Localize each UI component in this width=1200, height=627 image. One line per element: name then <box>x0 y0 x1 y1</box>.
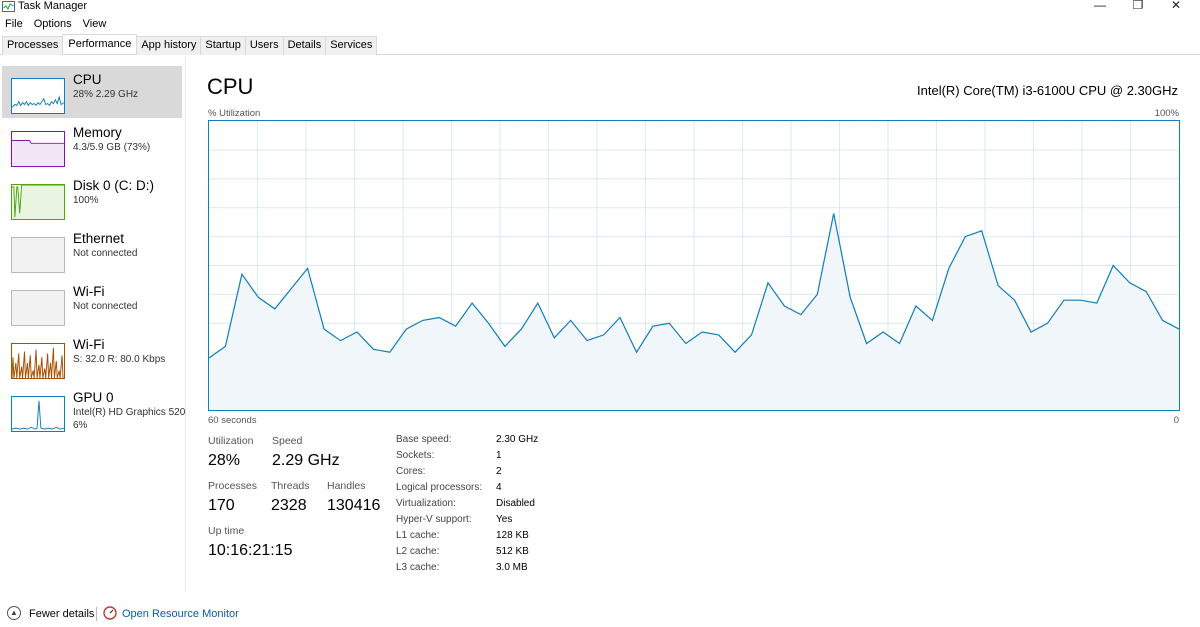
sidebar-gpu-sub: Intel(R) HD Graphics 520 <box>73 407 186 418</box>
disk-thumbnail <box>11 184 65 220</box>
sidebar-memory-name: Memory <box>73 125 122 140</box>
menu-file[interactable]: File <box>0 17 29 32</box>
sidebar-item-wifi-1[interactable]: Wi-Fi Not connected <box>2 278 182 330</box>
sidebar-wifi-2-name: Wi-Fi <box>73 337 105 352</box>
sidebar-ethernet-name: Ethernet <box>73 231 125 246</box>
handles-value: 130416 <box>327 497 381 514</box>
footer: ▲ Fewer details Open Resource Monitor <box>0 604 400 624</box>
uptime-label: Up time <box>208 525 245 537</box>
sidebar-item-cpu[interactable]: CPU 28% 2.29 GHz <box>2 66 182 118</box>
task-manager-icon <box>2 1 15 12</box>
l2-cache-label: L2 cache: <box>396 546 440 557</box>
l3-cache-value: 3.0 MB <box>496 562 528 573</box>
menu-options[interactable]: Options <box>29 17 78 32</box>
threads-label: Threads <box>271 480 310 492</box>
hyperv-label: Hyper-V support: <box>396 514 472 525</box>
wifi-activity-thumbnail <box>11 343 65 379</box>
sidebar-cpu-name: CPU <box>73 72 102 87</box>
tab-processes[interactable]: Processes <box>2 36 64 55</box>
graph-xmin-label: 0 <box>1173 415 1179 426</box>
l1-cache-label: L1 cache: <box>396 530 440 541</box>
base-speed-value: 2.30 GHz <box>496 434 539 445</box>
graph-ymax-label: 100% <box>1154 108 1179 119</box>
tab-services[interactable]: Services <box>325 36 378 55</box>
l2-cache-value: 512 KB <box>496 546 529 557</box>
cpu-graph-svg <box>209 121 1179 410</box>
sidebar-wifi-1-sub: Not connected <box>73 301 138 312</box>
sidebar-gpu-sub2: 6% <box>73 420 88 431</box>
sidebar-ethernet-sub: Not connected <box>73 248 138 259</box>
sidebar-wifi-1-name: Wi-Fi <box>73 284 105 299</box>
speed-label: Speed <box>272 435 303 447</box>
minimize-button[interactable]: — <box>1085 0 1115 14</box>
tab-app-history[interactable]: App history <box>136 36 202 55</box>
logical-processors-value: 4 <box>496 482 502 493</box>
cpu-utilization-graph <box>208 120 1180 411</box>
l3-cache-label: L3 cache: <box>396 562 440 573</box>
tab-users[interactable]: Users <box>244 36 284 55</box>
sidebar-memory-sub: 4.3/5.9 GB (73%) <box>73 142 151 153</box>
sidebar-item-ethernet[interactable]: Ethernet Not connected <box>2 225 182 277</box>
page-title: CPU <box>207 74 254 99</box>
tab-startup[interactable]: Startup <box>200 36 246 55</box>
memory-thumbnail <box>11 131 65 167</box>
virtualization-label: Virtualization: <box>396 498 456 509</box>
menu-view[interactable]: View <box>78 17 113 32</box>
wifi-thumbnail <box>11 290 65 326</box>
sidebar-item-memory[interactable]: Memory 4.3/5.9 GB (73%) <box>2 119 182 171</box>
threads-value: 2328 <box>271 497 307 514</box>
graph-ylabel: % Utilization <box>208 108 261 119</box>
footer-divider <box>96 607 97 621</box>
tab-strip: Processes Performance App history Startu… <box>0 34 1200 55</box>
resource-sidebar: CPU 28% 2.29 GHz Memory 4.3/5.9 GB (73%)… <box>0 56 186 591</box>
sidebar-item-gpu[interactable]: GPU 0 Intel(R) HD Graphics 520 6% <box>2 384 185 436</box>
fewer-details-link[interactable]: Fewer details <box>29 608 94 620</box>
handles-label: Handles <box>327 480 366 492</box>
sidebar-item-wifi-2[interactable]: Wi-Fi S: 32.0 R: 80.0 Kbps <box>2 331 182 383</box>
cpu-model: Intel(R) Core(TM) i3-6100U CPU @ 2.30GHz <box>917 83 1178 98</box>
ethernet-thumbnail <box>11 237 65 273</box>
resource-monitor-icon[interactable] <box>103 606 117 620</box>
close-button[interactable]: ✕ <box>1161 0 1191 14</box>
sidebar-disk-sub: 100% <box>73 195 99 206</box>
open-resource-monitor-link[interactable]: Open Resource Monitor <box>122 608 239 620</box>
processes-label: Processes <box>208 480 258 492</box>
logical-processors-label: Logical processors: <box>396 482 483 493</box>
title-bar: Task Manager — ❐ ✕ <box>0 0 1200 16</box>
sockets-value: 1 <box>496 450 502 461</box>
sidebar-item-disk[interactable]: Disk 0 (C: D:) 100% <box>2 172 182 224</box>
graph-xlabel: 60 seconds <box>208 415 257 426</box>
tab-details[interactable]: Details <box>282 36 327 55</box>
window-title: Task Manager <box>18 0 88 12</box>
speed-value: 2.29 GHz <box>272 452 340 469</box>
utilization-label: Utilization <box>208 435 254 447</box>
chevron-up-icon[interactable]: ▲ <box>7 606 21 620</box>
sidebar-cpu-sub: 28% 2.29 GHz <box>73 89 139 100</box>
cpu-thumbnail <box>11 78 65 114</box>
virtualization-value: Disabled <box>496 498 535 509</box>
l1-cache-value: 128 KB <box>496 530 529 541</box>
sidebar-wifi-2-sub: S: 32.0 R: 80.0 Kbps <box>73 354 166 365</box>
utilization-value: 28% <box>208 452 241 469</box>
menu-bar: File Options View <box>0 17 112 32</box>
processes-value: 170 <box>208 497 235 514</box>
sidebar-gpu-name: GPU 0 <box>73 390 114 405</box>
gpu-thumbnail <box>11 396 65 432</box>
maximize-button[interactable]: ❐ <box>1123 0 1153 14</box>
tab-performance[interactable]: Performance <box>62 34 138 54</box>
hyperv-value: Yes <box>496 514 513 525</box>
cores-label: Cores: <box>396 466 426 477</box>
sockets-label: Sockets: <box>396 450 435 461</box>
uptime-value: 10:16:21:15 <box>208 542 293 559</box>
cores-value: 2 <box>496 466 502 477</box>
sidebar-disk-name: Disk 0 (C: D:) <box>73 178 154 193</box>
base-speed-label: Base speed: <box>396 434 452 445</box>
